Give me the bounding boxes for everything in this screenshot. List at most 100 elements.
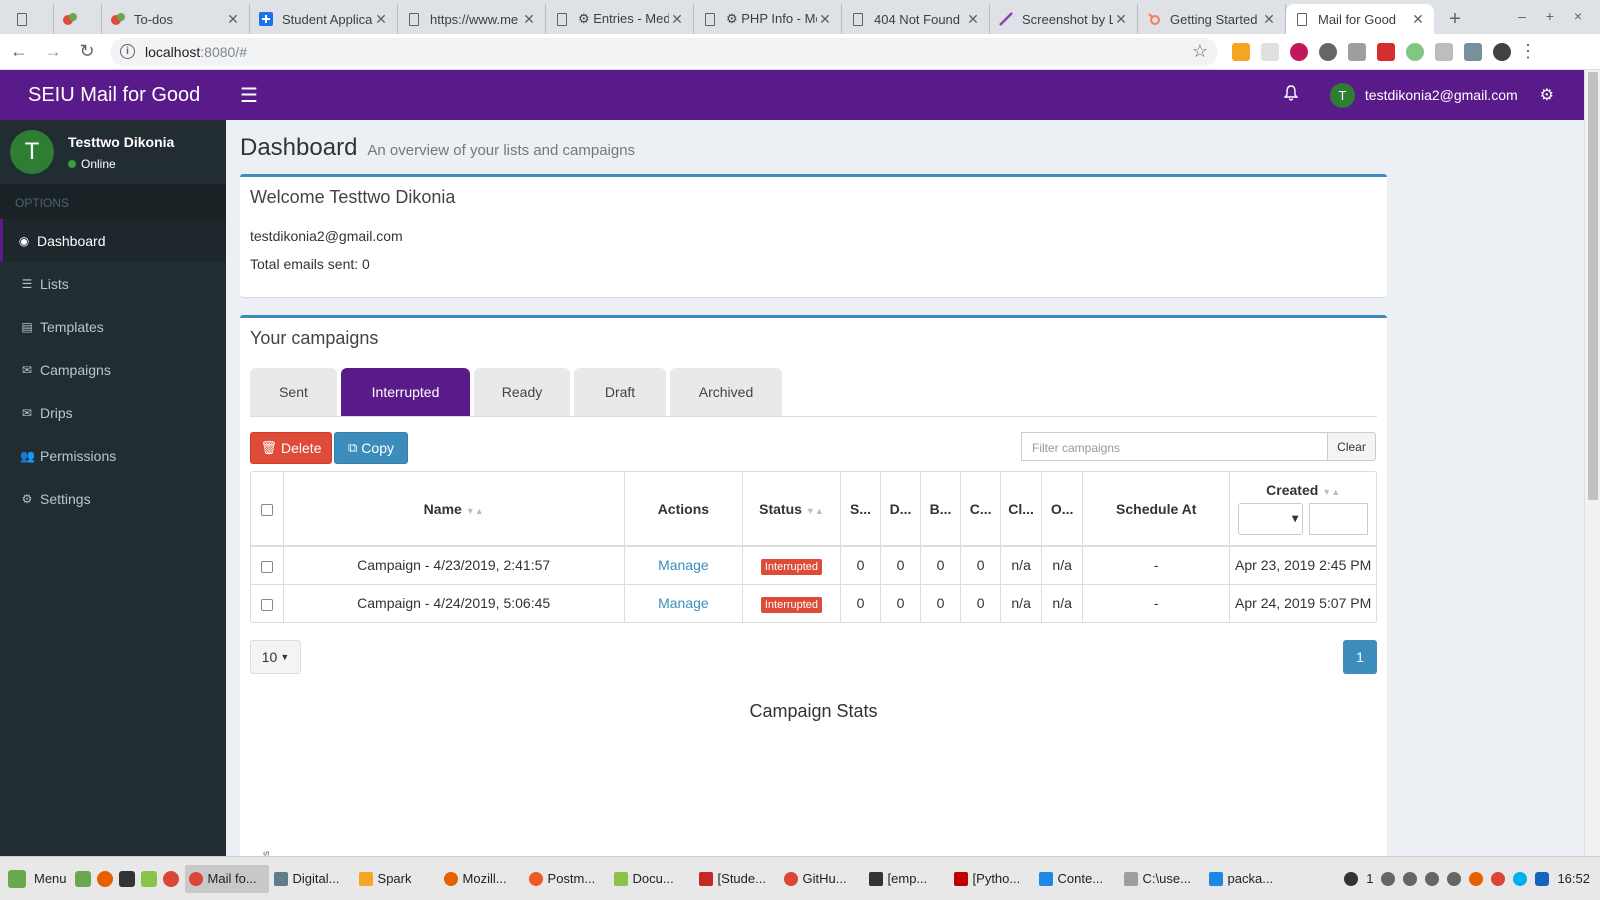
tab-interrupted[interactable]: Interrupted [341, 368, 470, 416]
browser-tab-active[interactable]: Mail for Good ✕ [1286, 4, 1434, 34]
window-controls[interactable]: – + × [1518, 8, 1590, 24]
profile-icon[interactable] [1493, 42, 1511, 61]
close-icon[interactable]: ✕ [521, 11, 537, 28]
taskbar-item[interactable]: Mail fo... [184, 864, 269, 893]
extension-icon[interactable] [1232, 42, 1250, 61]
row-checkbox[interactable] [260, 598, 273, 611]
browser-tab[interactable]: ⚙ PHP Info - Me ✕ [694, 4, 842, 34]
page-size-dropdown[interactable]: 10 ▼ [250, 640, 301, 674]
column-bounced[interactable]: B... [920, 472, 962, 547]
taskbar-item[interactable]: packa... [1205, 865, 1289, 893]
sidebar-item-campaigns[interactable]: ✉ Campaigns [0, 348, 226, 391]
sidebar-item-lists[interactable]: ☰ Lists [0, 262, 226, 305]
column-delivered[interactable]: D... [880, 472, 922, 547]
hamburger-icon[interactable]: ☰ [240, 83, 258, 108]
brightness-icon[interactable] [1447, 871, 1462, 886]
volume-icon[interactable] [1425, 871, 1440, 886]
column-created[interactable]: Created ▼▲ [1229, 472, 1376, 547]
close-icon[interactable]: ✕ [965, 11, 981, 28]
created-comparator-select[interactable] [1238, 503, 1304, 535]
close-icon[interactable]: ✕ [817, 11, 833, 28]
taskbar-item[interactable]: Postm... [525, 865, 609, 893]
select-all-checkbox[interactable] [260, 503, 273, 516]
browser-tab[interactable]: Student Applica ✕ [250, 4, 398, 34]
close-icon[interactable]: ✕ [225, 11, 241, 28]
shield-icon[interactable] [1261, 42, 1279, 61]
back-arrow-icon[interactable]: ← [4, 37, 34, 67]
close-icon[interactable]: ✕ [373, 11, 389, 28]
taskbar-item[interactable]: [Stude... [695, 865, 779, 893]
close-icon[interactable]: ✕ [1113, 11, 1129, 28]
column-opens[interactable]: O... [1041, 472, 1084, 547]
firefox-icon[interactable] [96, 870, 113, 887]
sidebar-item-dashboard[interactable]: ◉ Dashboard [0, 219, 226, 262]
column-clicks[interactable]: Cl... [1000, 472, 1043, 547]
firefox-icon[interactable] [1469, 871, 1484, 886]
taskbar-item[interactable]: Spark [355, 865, 439, 893]
taskbar-item[interactable]: [emp... [865, 865, 949, 893]
column-name[interactable]: Name ▼▲ [283, 472, 625, 547]
clear-button[interactable]: Clear [1327, 432, 1376, 461]
taskbar-item[interactable]: Docu... [610, 865, 694, 893]
taskbar-item[interactable]: Digital... [270, 865, 354, 893]
taskbar-item[interactable]: Conte... [1035, 865, 1119, 893]
extension-icon[interactable] [1435, 42, 1453, 61]
address-bar[interactable]: i localhost:8080/# ☆ [110, 37, 1218, 66]
user-icon[interactable] [1381, 871, 1396, 886]
start-menu-button[interactable]: Menu [0, 857, 75, 900]
pen-icon[interactable] [1403, 871, 1418, 886]
browser-tab[interactable] [54, 4, 102, 34]
extension-icon[interactable] [1319, 42, 1337, 61]
browser-tab[interactable]: ⚙ Entries - Med ✕ [546, 4, 694, 34]
delete-button[interactable]: 🗑 Delete [250, 432, 332, 464]
sidebar-item-permissions[interactable]: 👥 Permissions [0, 434, 226, 477]
extension-icon[interactable] [1290, 42, 1308, 61]
forward-arrow-icon[interactable]: → [38, 37, 68, 67]
column-status[interactable]: Status ▼▲ [742, 472, 841, 547]
close-icon[interactable]: ✕ [669, 11, 685, 28]
extension-icon[interactable] [1377, 42, 1395, 61]
extension-icon[interactable] [1406, 42, 1424, 61]
shield-icon[interactable] [1535, 871, 1550, 886]
chrome-icon[interactable] [162, 870, 179, 887]
manage-link[interactable]: Manage [658, 557, 709, 573]
reload-icon[interactable]: ↻ [72, 37, 102, 67]
browser-tab[interactable]: https://www.me ✕ [398, 4, 546, 34]
taskbar-item[interactable]: Mozill... [440, 865, 524, 893]
tab-archived[interactable]: Archived [670, 368, 782, 416]
alert-icon[interactable] [1344, 871, 1359, 886]
pagination-page[interactable]: 1 [1343, 640, 1377, 674]
chrome-icon[interactable] [1491, 871, 1506, 886]
copy-button[interactable]: ⧉ Copy [334, 432, 408, 464]
column-complaints[interactable]: C... [960, 472, 1002, 547]
star-icon[interactable]: ☆ [1192, 41, 1208, 62]
browser-tab[interactable] [6, 4, 54, 34]
new-tab-button[interactable]: + [1440, 4, 1470, 34]
browser-tab[interactable]: Getting Started ✕ [1138, 4, 1286, 34]
extension-icon[interactable] [1464, 42, 1482, 61]
brand-logo[interactable]: SEIU Mail for Good [0, 84, 230, 107]
taskbar-item[interactable]: [Pytho... [950, 865, 1034, 893]
info-icon[interactable]: i [120, 44, 135, 59]
folder-icon[interactable] [140, 870, 157, 887]
bell-icon[interactable] [1283, 84, 1299, 106]
sidebar-item-settings[interactable]: ⚙ Settings [0, 477, 226, 520]
gears-icon[interactable]: ⚙ [1540, 85, 1554, 105]
browser-tab[interactable]: 404 Not Found ✕ [842, 4, 990, 34]
camera-icon[interactable] [1348, 42, 1366, 61]
kebab-menu-icon[interactable]: ⋮ [1519, 41, 1537, 62]
clock[interactable]: 16:52 [1557, 871, 1590, 886]
sidebar-item-drips[interactable]: ✉ Drips [0, 391, 226, 434]
close-icon[interactable]: ✕ [1261, 11, 1277, 28]
user-menu[interactable]: T testdikonia2@gmail.com [1329, 82, 1518, 108]
close-icon[interactable]: ✕ [1410, 11, 1426, 28]
manage-link[interactable]: Manage [658, 595, 709, 611]
sidebar-item-templates[interactable]: ▤ Templates [0, 305, 226, 348]
tab-ready[interactable]: Ready [474, 368, 570, 416]
taskbar-item[interactable]: C:\use... [1120, 865, 1204, 893]
scrollbar-thumb[interactable] [1588, 72, 1598, 500]
page-scrollbar[interactable] [1584, 70, 1600, 856]
filter-campaigns-input[interactable]: Filter campaigns [1021, 432, 1328, 461]
column-sent[interactable]: S... [840, 472, 882, 547]
taskbar-item[interactable]: GitHu... [780, 865, 864, 893]
